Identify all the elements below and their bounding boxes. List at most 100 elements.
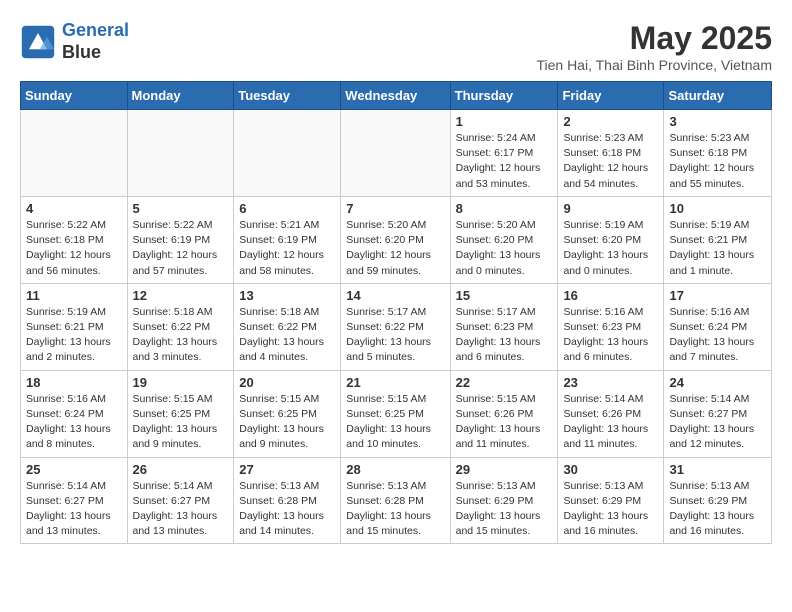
day-info: Sunrise: 5:23 AM Sunset: 6:18 PM Dayligh… [563, 131, 658, 192]
day-info: Sunrise: 5:15 AM Sunset: 6:25 PM Dayligh… [239, 392, 335, 453]
weekday-header-thursday: Thursday [450, 82, 558, 110]
calendar-cell: 25 Sunrise: 5:14 AM Sunset: 6:27 PM Dayli… [21, 457, 128, 544]
day-number: 31 [669, 462, 766, 477]
day-info: Sunrise: 5:15 AM Sunset: 6:25 PM Dayligh… [133, 392, 229, 453]
weekday-header-sunday: Sunday [21, 82, 128, 110]
weekday-header-saturday: Saturday [664, 82, 772, 110]
day-info: Sunrise: 5:20 AM Sunset: 6:20 PM Dayligh… [346, 218, 444, 279]
calendar-cell: 10Sunrise: 5:19 AM Sunset: 6:21 PM Dayli… [664, 196, 772, 283]
calendar-cell: 24 Sunrise: 5:14 AM Sunset: 6:27 PM Dayli… [664, 370, 772, 457]
day-info: Sunrise: 5:16 AM Sunset: 6:24 PM Dayligh… [26, 392, 122, 453]
calendar-cell [127, 110, 234, 197]
calendar-cell: 20 Sunrise: 5:15 AM Sunset: 6:25 PM Dayli… [234, 370, 341, 457]
day-number: 11 [26, 288, 122, 303]
day-info: Sunrise: 5:14 AM Sunset: 6:26 PM Dayligh… [563, 392, 658, 453]
calendar-cell: 22Sunrise: 5:15 AM Sunset: 6:26 PM Dayli… [450, 370, 558, 457]
calendar-cell: 12Sunrise: 5:18 AM Sunset: 6:22 PM Dayli… [127, 283, 234, 370]
weekday-header-friday: Friday [558, 82, 664, 110]
day-info: Sunrise: 5:14 AM Sunset: 6:27 PM Dayligh… [133, 479, 229, 540]
day-number: 9 [563, 201, 658, 216]
logo: General Blue [20, 20, 129, 63]
day-info: Sunrise: 5:13 AM Sunset: 6:29 PM Dayligh… [456, 479, 553, 540]
calendar-cell: 3 Sunrise: 5:23 AM Sunset: 6:18 PM Daylig… [664, 110, 772, 197]
week-row-5: 25 Sunrise: 5:14 AM Sunset: 6:27 PM Dayli… [21, 457, 772, 544]
calendar-cell: 16 Sunrise: 5:16 AM Sunset: 6:23 PM Dayli… [558, 283, 664, 370]
calendar-cell: 9Sunrise: 5:19 AM Sunset: 6:20 PM Daylig… [558, 196, 664, 283]
day-info: Sunrise: 5:22 AM Sunset: 6:19 PM Dayligh… [133, 218, 229, 279]
weekday-header-tuesday: Tuesday [234, 82, 341, 110]
day-info: Sunrise: 5:18 AM Sunset: 6:22 PM Dayligh… [239, 305, 335, 366]
week-row-2: 4Sunrise: 5:22 AM Sunset: 6:18 PM Daylig… [21, 196, 772, 283]
calendar-cell [21, 110, 128, 197]
day-number: 12 [133, 288, 229, 303]
calendar-cell: 14 Sunrise: 5:17 AM Sunset: 6:22 PM Dayli… [341, 283, 450, 370]
calendar-cell: 11 Sunrise: 5:19 AM Sunset: 6:21 PM Dayli… [21, 283, 128, 370]
day-info: Sunrise: 5:14 AM Sunset: 6:27 PM Dayligh… [26, 479, 122, 540]
weekday-header-monday: Monday [127, 82, 234, 110]
calendar-cell: 2Sunrise: 5:23 AM Sunset: 6:18 PM Daylig… [558, 110, 664, 197]
day-number: 6 [239, 201, 335, 216]
weekday-row: SundayMondayTuesdayWednesdayThursdayFrid… [21, 82, 772, 110]
day-info: Sunrise: 5:15 AM Sunset: 6:25 PM Dayligh… [346, 392, 444, 453]
day-number: 14 [346, 288, 444, 303]
calendar-body: 1 Sunrise: 5:24 AM Sunset: 6:17 PM Daylig… [21, 110, 772, 544]
calendar-cell: 30Sunrise: 5:13 AM Sunset: 6:29 PM Dayli… [558, 457, 664, 544]
calendar-cell: 19 Sunrise: 5:15 AM Sunset: 6:25 PM Dayli… [127, 370, 234, 457]
calendar-cell: 28 Sunrise: 5:13 AM Sunset: 6:28 PM Dayli… [341, 457, 450, 544]
day-info: Sunrise: 5:17 AM Sunset: 6:23 PM Dayligh… [456, 305, 553, 366]
day-info: Sunrise: 5:13 AM Sunset: 6:29 PM Dayligh… [669, 479, 766, 540]
logo-icon [20, 24, 56, 60]
calendar-cell: 29 Sunrise: 5:13 AM Sunset: 6:29 PM Dayli… [450, 457, 558, 544]
day-number: 21 [346, 375, 444, 390]
calendar-cell: 6 Sunrise: 5:21 AM Sunset: 6:19 PM Daylig… [234, 196, 341, 283]
day-info: Sunrise: 5:14 AM Sunset: 6:27 PM Dayligh… [669, 392, 766, 453]
day-info: Sunrise: 5:22 AM Sunset: 6:18 PM Dayligh… [26, 218, 122, 279]
day-number: 24 [669, 375, 766, 390]
day-info: Sunrise: 5:19 AM Sunset: 6:21 PM Dayligh… [26, 305, 122, 366]
day-number: 3 [669, 114, 766, 129]
day-info: Sunrise: 5:16 AM Sunset: 6:23 PM Dayligh… [563, 305, 658, 366]
day-info: Sunrise: 5:24 AM Sunset: 6:17 PM Dayligh… [456, 131, 553, 192]
calendar-cell: 1 Sunrise: 5:24 AM Sunset: 6:17 PM Daylig… [450, 110, 558, 197]
day-info: Sunrise: 5:17 AM Sunset: 6:22 PM Dayligh… [346, 305, 444, 366]
calendar-cell: 13 Sunrise: 5:18 AM Sunset: 6:22 PM Dayli… [234, 283, 341, 370]
calendar-cell: 15 Sunrise: 5:17 AM Sunset: 6:23 PM Dayli… [450, 283, 558, 370]
day-number: 16 [563, 288, 658, 303]
day-number: 7 [346, 201, 444, 216]
day-number: 1 [456, 114, 553, 129]
calendar-cell: 7 Sunrise: 5:20 AM Sunset: 6:20 PM Daylig… [341, 196, 450, 283]
day-number: 29 [456, 462, 553, 477]
calendar-cell: 4Sunrise: 5:22 AM Sunset: 6:18 PM Daylig… [21, 196, 128, 283]
day-number: 19 [133, 375, 229, 390]
day-number: 20 [239, 375, 335, 390]
day-info: Sunrise: 5:20 AM Sunset: 6:20 PM Dayligh… [456, 218, 553, 279]
month-title: May 2025 [536, 20, 772, 57]
day-number: 25 [26, 462, 122, 477]
day-number: 23 [563, 375, 658, 390]
calendar-cell: 23 Sunrise: 5:14 AM Sunset: 6:26 PM Dayli… [558, 370, 664, 457]
title-block: May 2025 Tien Hai, Thai Binh Province, V… [536, 20, 772, 73]
week-row-4: 18Sunrise: 5:16 AM Sunset: 6:24 PM Dayli… [21, 370, 772, 457]
calendar-cell: 27Sunrise: 5:13 AM Sunset: 6:28 PM Dayli… [234, 457, 341, 544]
day-number: 15 [456, 288, 553, 303]
logo-text: General Blue [62, 20, 129, 63]
day-number: 10 [669, 201, 766, 216]
calendar-cell: 17Sunrise: 5:16 AM Sunset: 6:24 PM Dayli… [664, 283, 772, 370]
calendar-cell: 8Sunrise: 5:20 AM Sunset: 6:20 PM Daylig… [450, 196, 558, 283]
calendar-cell [341, 110, 450, 197]
weekday-header-wednesday: Wednesday [341, 82, 450, 110]
week-row-3: 11 Sunrise: 5:19 AM Sunset: 6:21 PM Dayli… [21, 283, 772, 370]
day-info: Sunrise: 5:23 AM Sunset: 6:18 PM Dayligh… [669, 131, 766, 192]
day-info: Sunrise: 5:21 AM Sunset: 6:19 PM Dayligh… [239, 218, 335, 279]
day-info: Sunrise: 5:16 AM Sunset: 6:24 PM Dayligh… [669, 305, 766, 366]
day-number: 28 [346, 462, 444, 477]
calendar-header: SundayMondayTuesdayWednesdayThursdayFrid… [21, 82, 772, 110]
calendar-table: SundayMondayTuesdayWednesdayThursdayFrid… [20, 81, 772, 544]
location: Tien Hai, Thai Binh Province, Vietnam [536, 57, 772, 73]
day-info: Sunrise: 5:15 AM Sunset: 6:26 PM Dayligh… [456, 392, 553, 453]
day-number: 13 [239, 288, 335, 303]
day-number: 27 [239, 462, 335, 477]
day-info: Sunrise: 5:13 AM Sunset: 6:28 PM Dayligh… [346, 479, 444, 540]
calendar-cell [234, 110, 341, 197]
page-header: General Blue May 2025 Tien Hai, Thai Bin… [20, 20, 772, 73]
